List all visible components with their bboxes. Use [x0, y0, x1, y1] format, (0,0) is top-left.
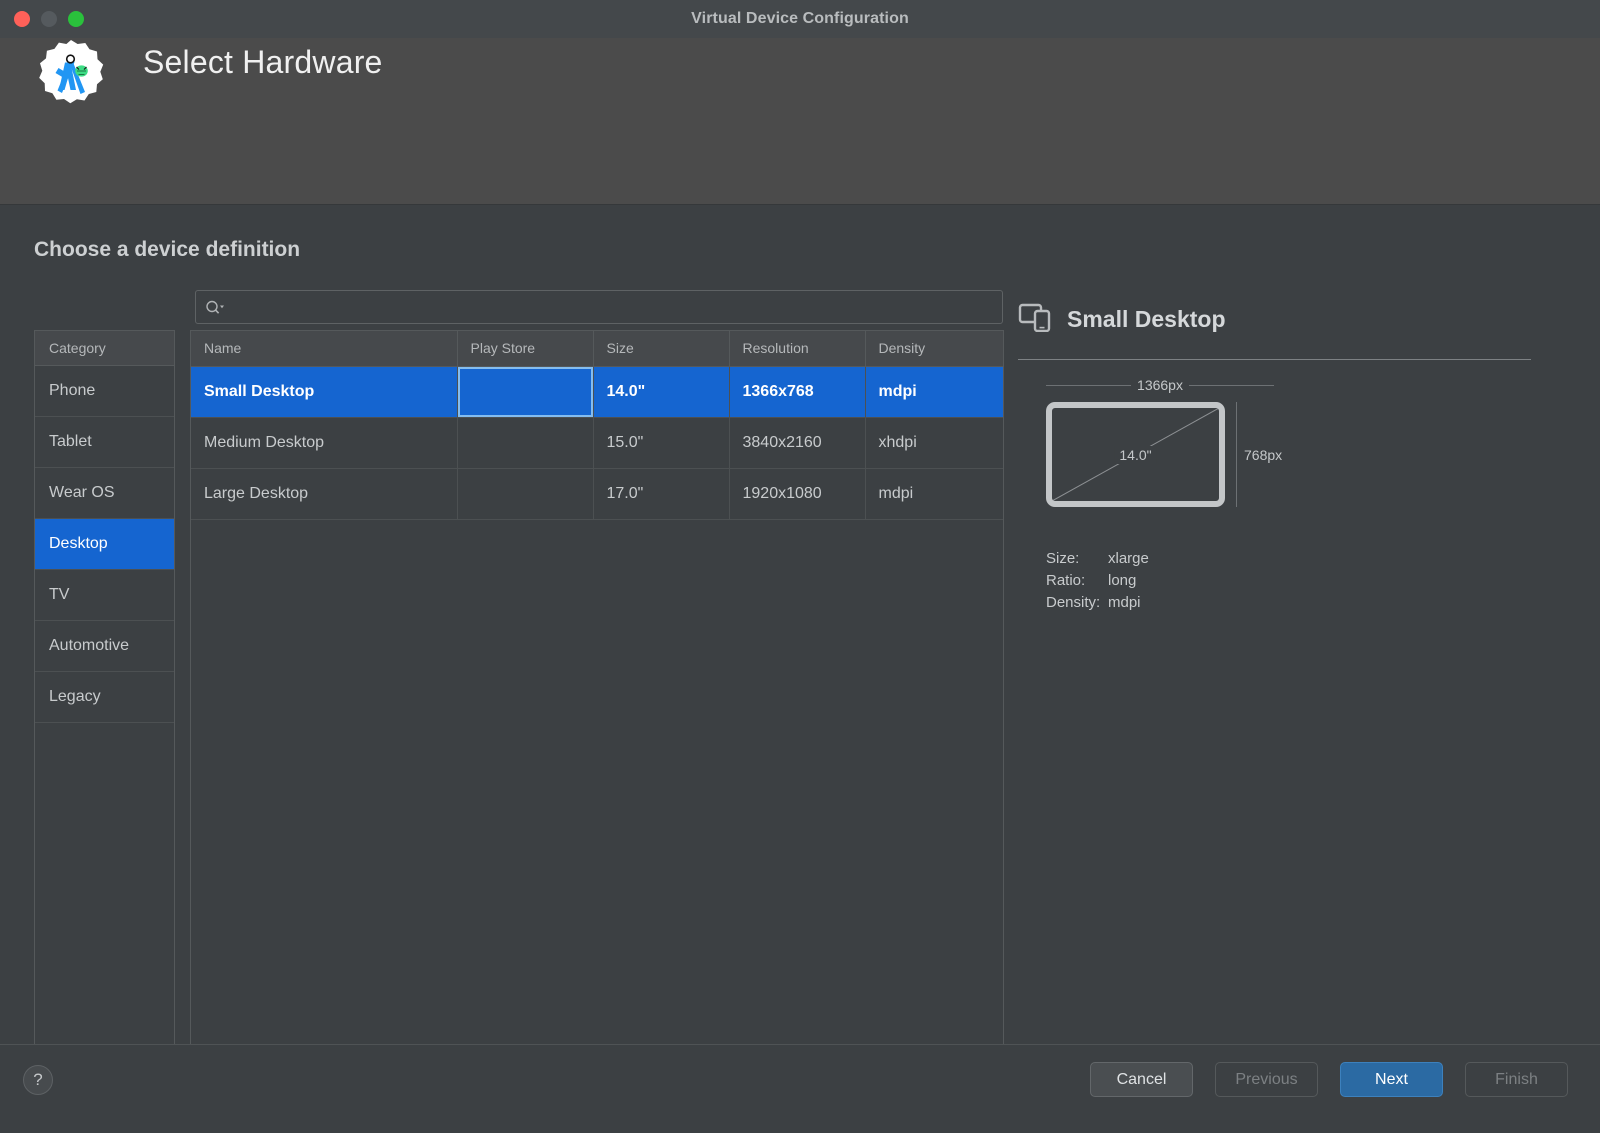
category-item-wear-os[interactable]: Wear OS — [35, 468, 174, 519]
next-button[interactable]: Next — [1340, 1062, 1443, 1097]
device-detail-panel: Small Desktop 1366px 14.0" 768px — [1018, 302, 1538, 902]
cancel-button[interactable]: Cancel — [1090, 1062, 1193, 1097]
cell-play-store[interactable] — [457, 366, 593, 417]
page-title: Select Hardware — [143, 44, 383, 81]
dimension-line-vertical — [1236, 402, 1237, 507]
table-header-row: Name Play Store Size Resolution Density — [191, 331, 1003, 366]
column-header-density[interactable]: Density — [865, 331, 1003, 366]
cell-play-store[interactable] — [457, 468, 593, 519]
finish-button: Finish — [1465, 1062, 1568, 1097]
cell-resolution[interactable]: 1920x1080 — [729, 468, 865, 519]
spec-row-ratio: Ratio: long — [1046, 570, 1149, 592]
dimension-line-left — [1046, 385, 1131, 386]
preview-height-label: 768px — [1244, 447, 1282, 463]
table-row[interactable]: Small Desktop 14.0" 1366x768 mdpi — [191, 366, 1003, 417]
category-item-tv[interactable]: TV — [35, 570, 174, 621]
preview-diagonal-label: 14.0" — [1114, 446, 1156, 464]
cell-resolution[interactable]: 3840x2160 — [729, 417, 865, 468]
cell-density[interactable]: mdpi — [865, 468, 1003, 519]
preview-width-label: 1366px — [1137, 377, 1183, 393]
wizard-footer: ? Cancel Previous Next Finish — [0, 1044, 1600, 1133]
spec-value-density: mdpi — [1108, 592, 1141, 614]
cell-size[interactable]: 14.0" — [593, 366, 729, 417]
spec-value-ratio: long — [1108, 570, 1136, 592]
cell-size[interactable]: 15.0" — [593, 417, 729, 468]
wizard-body: Choose a device definition Category Phon… — [0, 206, 1600, 1044]
detail-title: Small Desktop — [1067, 306, 1226, 333]
window-title: Virtual Device Configuration — [0, 10, 1600, 28]
table-row[interactable]: Medium Desktop 15.0" 3840x2160 xhdpi — [191, 417, 1003, 468]
cell-name[interactable]: Small Desktop — [191, 366, 457, 417]
help-button[interactable]: ? — [23, 1065, 53, 1095]
category-item-tablet[interactable]: Tablet — [35, 417, 174, 468]
cell-resolution[interactable]: 1366x768 — [729, 366, 865, 417]
category-list-header: Category — [35, 331, 174, 366]
detail-divider — [1018, 359, 1531, 360]
column-header-name[interactable]: Name — [191, 331, 457, 366]
close-button-icon[interactable] — [14, 11, 30, 27]
minimize-button-icon[interactable] — [41, 11, 57, 27]
category-item-desktop[interactable]: Desktop — [35, 519, 174, 570]
devices-icon — [1018, 302, 1052, 337]
cell-density[interactable]: mdpi — [865, 366, 1003, 417]
zoom-button-icon[interactable] — [68, 11, 84, 27]
search-field[interactable] — [195, 290, 1003, 324]
wizard-navigation: Cancel Previous Next Finish — [1090, 1062, 1568, 1097]
cell-size[interactable]: 17.0" — [593, 468, 729, 519]
spec-row-size: Size: xlarge — [1046, 548, 1149, 570]
search-icon — [205, 300, 224, 315]
cell-name[interactable]: Large Desktop — [191, 468, 457, 519]
detail-header: Small Desktop — [1018, 302, 1538, 337]
table-row[interactable]: Large Desktop 17.0" 1920x1080 mdpi — [191, 468, 1003, 519]
preview-width-dimension: 1366px — [1046, 377, 1274, 393]
traffic-light-group — [14, 11, 84, 27]
category-item-legacy[interactable]: Legacy — [35, 672, 174, 723]
spec-label-ratio: Ratio: — [1046, 570, 1108, 592]
window-titlebar: Virtual Device Configuration — [0, 0, 1600, 38]
virtual-device-configuration-window: Virtual Device Configuration Select Hard… — [0, 0, 1600, 1133]
device-spec-list: Size: xlarge Ratio: long Density: mdpi — [1046, 548, 1149, 614]
device-definition-table: Name Play Store Size Resolution Density … — [190, 330, 1004, 1100]
category-list: Category Phone Tablet Wear OS Desktop TV… — [34, 330, 175, 1100]
column-header-resolution[interactable]: Resolution — [729, 331, 865, 366]
spec-label-size: Size: — [1046, 548, 1108, 570]
search-input[interactable] — [230, 299, 1002, 315]
device-screen-outline: 14.0" — [1046, 402, 1225, 507]
spec-label-density: Density: — [1046, 592, 1108, 614]
column-header-play-store[interactable]: Play Store — [457, 331, 593, 366]
device-preview: 1366px 14.0" 768px — [1046, 402, 1296, 552]
cell-name[interactable]: Medium Desktop — [191, 417, 457, 468]
previous-button: Previous — [1215, 1062, 1318, 1097]
spec-value-size: xlarge — [1108, 548, 1149, 570]
column-header-size[interactable]: Size — [593, 331, 729, 366]
dimension-line-right — [1189, 385, 1274, 386]
android-studio-logo-icon — [32, 38, 110, 116]
preview-height-dimension: 768px — [1236, 402, 1282, 507]
spec-row-density: Density: mdpi — [1046, 592, 1149, 614]
cell-density[interactable]: xhdpi — [865, 417, 1003, 468]
category-item-phone[interactable]: Phone — [35, 366, 174, 417]
cell-play-store[interactable] — [457, 417, 593, 468]
section-title: Choose a device definition — [34, 238, 300, 262]
category-item-automotive[interactable]: Automotive — [35, 621, 174, 672]
